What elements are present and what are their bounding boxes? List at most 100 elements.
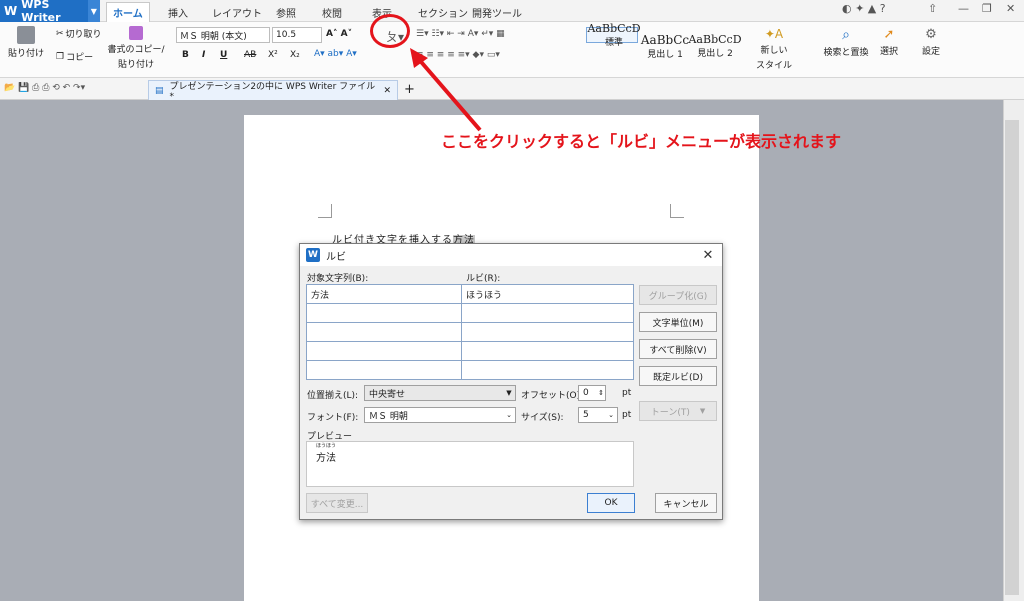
new-style-button[interactable]: ✦A 新しい スタイル <box>756 27 792 71</box>
align-select[interactable]: 中央寄せ ▼ <box>364 385 516 401</box>
grow-font-icon[interactable]: A˄ A˅ <box>326 29 352 39</box>
ruby-cell[interactable] <box>462 323 633 341</box>
cut-button[interactable]: ✂ 切り取り <box>56 27 102 41</box>
settings-label: 設定 <box>921 47 940 57</box>
new-style-icon: ✦A <box>764 27 784 41</box>
new-style-label: 新しい <box>760 46 788 56</box>
tone-label: トーン(T) <box>650 407 690 418</box>
subscript-button[interactable]: X₂ <box>290 50 300 60</box>
tab-home[interactable]: ホーム <box>106 2 150 22</box>
document-tab[interactable]: ▤ プレゼンテーション2の中に WPS Writer ファイル * ✕ <box>148 80 398 102</box>
format-painter-label: 書式のコピー/ <box>107 45 165 55</box>
target-cell[interactable] <box>307 323 462 341</box>
target-cell[interactable] <box>307 361 462 380</box>
select-button[interactable]: ➚ 選択 <box>874 27 904 57</box>
minimize-icon[interactable]: — <box>958 2 969 15</box>
chevron-down-icon: ⌄ <box>506 411 512 419</box>
close-icon[interactable]: ✕ <box>698 246 718 264</box>
dialog-titlebar: W ルビ <box>300 244 722 266</box>
copy-label: コピー <box>66 53 94 63</box>
font-size-select[interactable]: 10.5 <box>272 27 322 43</box>
restore-up-icon[interactable]: ⇧ <box>928 2 937 15</box>
style-heading-1[interactable]: AaBbCc 見出し 1 <box>640 27 690 65</box>
tab-section[interactable]: セクション <box>412 2 474 22</box>
strikethrough-button[interactable]: AB <box>244 50 256 60</box>
margin-corner <box>670 204 684 218</box>
text-effect-icon[interactable]: A▾ ab▾ A▾ <box>314 49 357 59</box>
select-label: 選択 <box>879 47 898 57</box>
ruby-cell[interactable] <box>462 361 633 380</box>
tab-references[interactable]: 参照 <box>270 2 302 22</box>
maximize-icon[interactable]: ❐ <box>982 2 992 15</box>
target-cell[interactable]: 方法 <box>307 285 462 303</box>
chevron-down-icon: ▼ <box>506 389 512 397</box>
quick-access-icons[interactable]: 📂 💾 ⎙ ⎙ ⟲ ↶ ↷▾ <box>4 83 85 93</box>
document-tab-title: プレゼンテーション2の中に WPS Writer ファイル * <box>169 82 376 102</box>
gear-icon: ⚙ <box>925 27 937 42</box>
app-menu-button[interactable]: W WPS Writer ▼ <box>0 0 100 24</box>
app-name: WPS Writer <box>21 0 61 24</box>
callout-text: ここをクリックすると「ルビ」メニューが表示されます <box>441 132 842 151</box>
cut-label: 切り取り <box>65 30 102 40</box>
target-cell[interactable] <box>307 342 462 360</box>
bold-button[interactable]: B <box>182 50 189 60</box>
font-name-select[interactable]: ＭＳ 明朝 (本文) <box>176 27 270 43</box>
table-row <box>307 323 633 342</box>
format-painter-label-2: 貼り付け <box>117 60 154 70</box>
ruby-cell[interactable] <box>462 304 633 322</box>
offset-stepper[interactable]: 0 ⇕ <box>578 385 606 401</box>
ruby-dialog: W ルビ ✕ 対象文字列(B): ルビ(R): 方法 ほうほう グループ化(G)… <box>299 243 723 520</box>
copy-icon: ❐ <box>56 51 65 62</box>
offset-unit: pt <box>622 388 632 398</box>
default-ruby-button[interactable]: 既定ルビ(D) <box>639 366 717 386</box>
tab-review[interactable]: 校閲 <box>316 2 348 22</box>
bullets-icon[interactable]: ☰▾ ☷▾ ⇤ ⇥ A▾ ↵▾ ▦ <box>416 29 505 39</box>
find-replace-label: 検索と置換 <box>823 48 869 58</box>
tab-developer[interactable]: 開発ツール <box>466 2 528 22</box>
copy-button[interactable]: ❐ コピー <box>56 50 94 64</box>
style-sample: AaBbCcD <box>587 22 641 35</box>
paste-button[interactable]: 貼り付け <box>6 26 46 59</box>
style-sample: AaBbCc <box>640 32 690 47</box>
superscript-button[interactable]: X² <box>268 50 278 60</box>
close-icon[interactable]: ✕ <box>1006 2 1015 15</box>
underline-button[interactable]: U <box>220 50 227 60</box>
ok-button[interactable]: OK <box>587 493 635 513</box>
tab-insert[interactable]: 挿入 <box>162 2 194 22</box>
cursor-icon: ➚ <box>883 27 895 42</box>
italic-button[interactable]: I <box>202 50 205 60</box>
offset-label: オフセット(O): <box>521 391 584 401</box>
style-normal[interactable]: AaBbCcD 標準 <box>586 22 641 48</box>
scissors-icon: ✂ <box>56 28 64 39</box>
preview-box: ほうほう 方法 <box>306 441 634 487</box>
size-select[interactable]: 5 ⌄ <box>578 407 618 423</box>
tone-button[interactable]: トーン(T) ▼ <box>639 401 717 421</box>
format-painter-button[interactable]: 書式のコピー/ 貼り付け <box>106 26 166 70</box>
wps-logo-icon: W <box>4 4 18 18</box>
cancel-button[interactable]: キャンセル <box>655 493 717 513</box>
per-character-button[interactable]: 文字単位(M) <box>639 312 717 332</box>
apply-all-button[interactable]: すべて変更... <box>306 493 368 513</box>
margin-corner <box>318 204 332 218</box>
font-select[interactable]: ＭＳ 明朝 ⌄ <box>364 407 516 423</box>
settings-button[interactable]: ⚙ 設定 <box>914 27 948 57</box>
align-value: 中央寄せ <box>369 389 406 400</box>
table-row <box>307 304 633 323</box>
size-unit: pt <box>622 410 632 420</box>
ruby-cell[interactable] <box>462 342 633 360</box>
tab-layout[interactable]: レイアウト <box>206 2 268 22</box>
scroll-thumb[interactable] <box>1005 120 1019 595</box>
chevron-down-icon[interactable]: ▼ <box>87 0 100 22</box>
target-cell[interactable] <box>307 304 462 322</box>
style-heading-2[interactable]: AaBbCcD 見出し 2 <box>688 27 742 65</box>
group-button[interactable]: グループ化(G) <box>639 285 717 305</box>
dialog-title: ルビ <box>326 251 346 263</box>
clear-all-button[interactable]: すべて削除(V) <box>639 339 717 359</box>
ruby-column-label: ルビ(R): <box>466 274 501 284</box>
skin-icon[interactable]: ◐ ✦ ▲ ? <box>842 2 886 15</box>
style-sample: AaBbCcD <box>688 33 742 46</box>
offset-value: 0 <box>583 388 589 398</box>
ruby-cell[interactable]: ほうほう <box>462 285 633 303</box>
style-name: 標準 <box>604 38 623 48</box>
find-replace-button[interactable]: ⌕ 検索と置換 <box>818 27 874 58</box>
